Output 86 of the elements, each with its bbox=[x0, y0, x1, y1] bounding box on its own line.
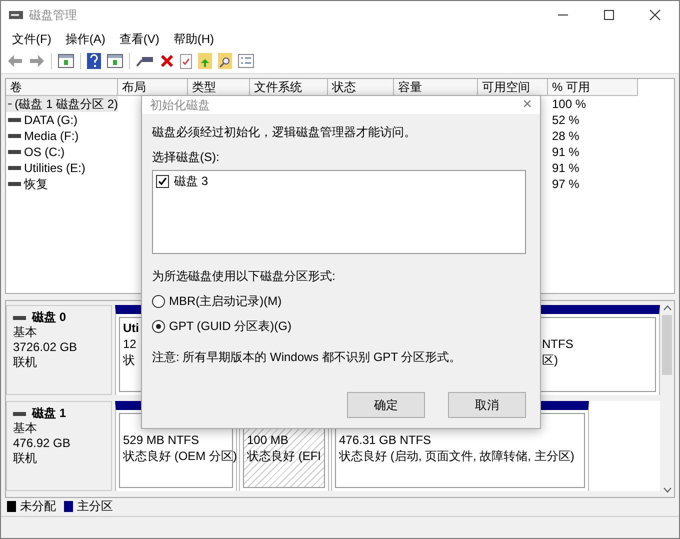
column-header[interactable]: % 可用 bbox=[548, 79, 638, 96]
checkbox[interactable] bbox=[156, 175, 169, 188]
chevron-down-icon[interactable] bbox=[662, 487, 672, 493]
disk-label-panel[interactable]: 磁盘 0 基本 3726.02 GB 联机 bbox=[6, 305, 112, 395]
disk-list[interactable]: 磁盘 3 bbox=[152, 170, 526, 254]
column-header[interactable]: 类型 bbox=[188, 79, 250, 96]
drive-icon bbox=[8, 134, 21, 138]
disk-type: 基本 bbox=[13, 325, 38, 340]
list-item-label[interactable]: 磁盘 3 bbox=[174, 173, 208, 190]
legend-label: 未分配 bbox=[20, 498, 56, 514]
dialog-button[interactable]: 取消 bbox=[448, 392, 526, 418]
table-cell-text: 100 % bbox=[551, 96, 588, 112]
field-label: 选择磁盘(S): bbox=[152, 149, 220, 166]
column-header[interactable]: 卷 bbox=[6, 79, 118, 96]
volume-cell[interactable]: (磁盘 1 磁盘分区 2) bbox=[6, 96, 118, 112]
disk-type: 基本 bbox=[13, 421, 38, 436]
column-header[interactable]: 文件系统 bbox=[250, 79, 328, 96]
disk-label-panel[interactable]: 磁盘 1 基本 476.92 GB 联机 bbox=[6, 401, 112, 491]
disk-size: 3726.02 GB bbox=[13, 340, 78, 355]
disk-status: 联机 bbox=[13, 451, 38, 466]
chevron-up-icon[interactable] bbox=[662, 305, 672, 311]
volume-cell[interactable]: Media (F:) bbox=[6, 128, 118, 144]
close-icon[interactable] bbox=[649, 9, 661, 21]
volume-cell[interactable]: 恢复 bbox=[6, 176, 118, 192]
partition-status: 状态良好 (EFI bbox=[247, 448, 321, 464]
volume-cell[interactable]: DATA (G:) bbox=[6, 112, 118, 128]
menu-item[interactable]: 帮助(H) bbox=[166, 30, 221, 48]
table-cell-text: 97 % bbox=[551, 176, 580, 192]
radio-button[interactable] bbox=[152, 295, 165, 308]
legend-label: 主分区 bbox=[77, 498, 113, 514]
partition-status: 状态良好 (启动, 页面文件, 故障转储, 主分区) bbox=[339, 448, 574, 464]
partition-size: 529 MB NTFS bbox=[123, 432, 200, 448]
drive-icon bbox=[8, 182, 21, 186]
checklist-icon[interactable] bbox=[238, 54, 254, 68]
document-check-icon[interactable] bbox=[180, 54, 192, 68]
window-icon[interactable] bbox=[58, 54, 74, 68]
table-cell-text: 28 % bbox=[551, 128, 580, 144]
partition-size: 12 bbox=[123, 336, 136, 352]
partition-status: 状 bbox=[123, 352, 135, 368]
maximize-icon[interactable] bbox=[603, 9, 615, 21]
partition-status: 区) bbox=[542, 352, 558, 368]
partition-status: 状态良好 (OEM 分区) bbox=[123, 448, 237, 464]
folder-search-icon[interactable] bbox=[218, 53, 232, 69]
volume-cell[interactable]: OS (C:) bbox=[6, 144, 118, 160]
table-cell-text: 91 % bbox=[551, 144, 580, 160]
dialog-button[interactable]: 确定 bbox=[347, 392, 425, 418]
column-header[interactable]: 可用空间 bbox=[478, 79, 548, 96]
disk-name: 磁盘 0 bbox=[32, 310, 66, 325]
radio-label[interactable]: MBR(主启动记录)(M) bbox=[169, 293, 282, 310]
note-text: 注意: 所有早期版本的 Windows 都不识别 GPT 分区形式。 bbox=[152, 349, 462, 366]
arrow-right-icon[interactable] bbox=[29, 54, 45, 68]
drive-icon bbox=[13, 316, 26, 320]
delete-icon[interactable] bbox=[160, 54, 174, 68]
scrollbar-thumb[interactable] bbox=[662, 315, 672, 375]
radio-button[interactable] bbox=[152, 320, 165, 333]
menu-item[interactable]: 查看(V) bbox=[112, 30, 166, 48]
window-icon[interactable] bbox=[107, 54, 123, 68]
window-title: 磁盘管理 bbox=[29, 6, 77, 24]
scrollbar[interactable] bbox=[660, 301, 674, 497]
column-header[interactable]: 状态 bbox=[328, 79, 394, 96]
dialog-message: 磁盘必须经过初始化，逻辑磁盘管理器才能访问。 bbox=[152, 124, 416, 141]
dialog-title: 初始化磁盘 bbox=[150, 96, 210, 114]
table-cell-text: 52 % bbox=[551, 112, 580, 128]
field-label: 为所选磁盘使用以下磁盘分区形式: bbox=[152, 268, 336, 285]
radio-label[interactable]: GPT (GUID 分区表)(G) bbox=[169, 318, 292, 335]
partition-size: 476.31 GB NTFS bbox=[339, 432, 432, 448]
drive-icon bbox=[8, 150, 21, 154]
help-icon[interactable] bbox=[87, 53, 101, 69]
partition-size: 100 MB bbox=[247, 432, 288, 448]
disk-size: 476.92 GB bbox=[13, 436, 72, 451]
drive-icon bbox=[8, 118, 21, 122]
table-cell-text: 91 % bbox=[551, 160, 580, 176]
drive-icon bbox=[8, 102, 12, 106]
volume-cell[interactable]: Utilities (E:) bbox=[6, 160, 118, 176]
column-header[interactable]: 布局 bbox=[118, 79, 188, 96]
drive-icon bbox=[8, 166, 21, 170]
column-header[interactable]: 容量 bbox=[394, 79, 478, 96]
menu-item[interactable]: 操作(A) bbox=[58, 30, 112, 48]
partition-name: Uti bbox=[123, 320, 139, 336]
partition-size: NTFS bbox=[542, 336, 574, 352]
menu-item[interactable]: 文件(F) bbox=[5, 30, 58, 48]
arrow-left-icon[interactable] bbox=[7, 54, 23, 68]
drive-icon bbox=[13, 412, 26, 416]
disk-status: 联机 bbox=[13, 355, 38, 370]
disk-name: 磁盘 1 bbox=[32, 406, 66, 421]
close-button[interactable]: × bbox=[522, 96, 532, 114]
